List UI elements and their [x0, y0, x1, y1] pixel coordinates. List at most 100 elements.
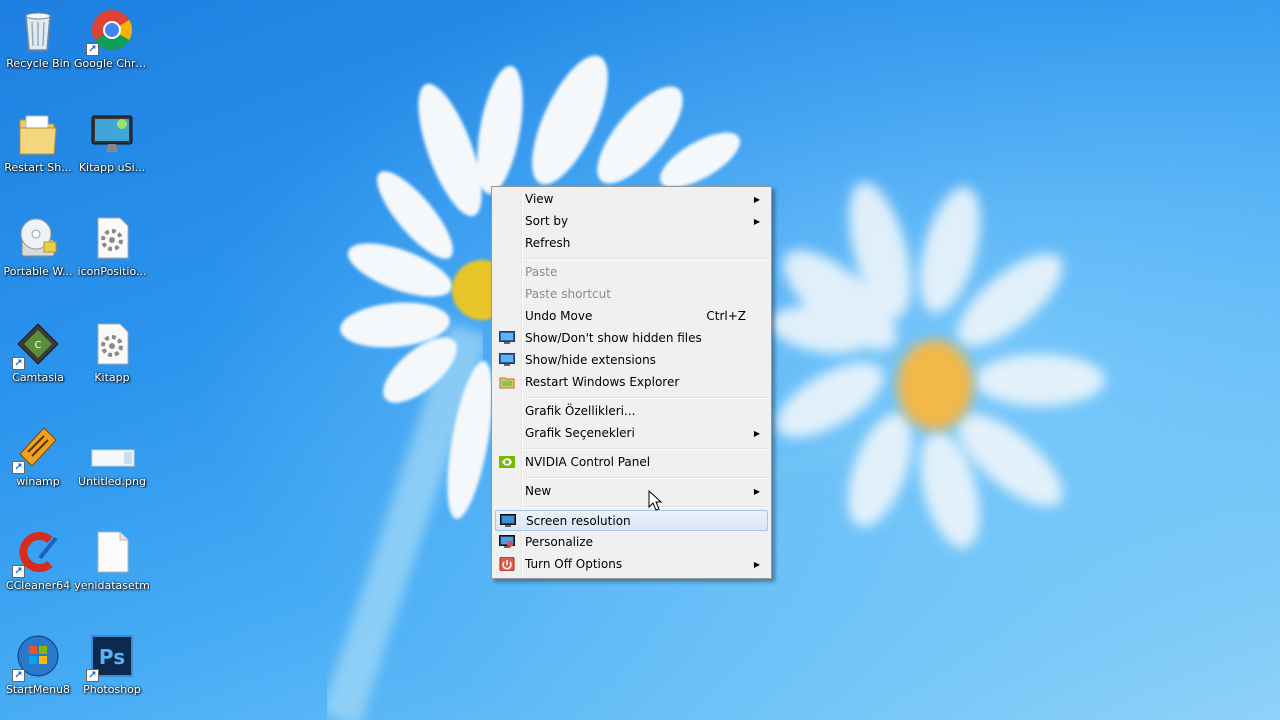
ccleaner-icon: ↗	[12, 528, 62, 578]
menu-item-label: Paste	[525, 265, 558, 279]
desktop-icon-label: Restart Sh...	[4, 161, 72, 174]
desktop-icon-label: Camtasia	[12, 371, 64, 384]
desktop-icon-recycle-bin[interactable]: Recycle Bin	[0, 6, 76, 70]
desktop-icon-portable[interactable]: Portable W...	[0, 214, 76, 278]
monitor-icon	[499, 331, 515, 345]
menu-separator	[525, 258, 768, 259]
menu-item-show-hidden-files[interactable]: Show/Don't show hidden files	[495, 328, 768, 349]
winamp-icon: ↗	[12, 424, 62, 474]
chrome-icon: ↗	[86, 6, 136, 56]
photoshop-icon: Ps ↗	[86, 632, 136, 682]
desktop-icon-label: Recycle Bin	[6, 57, 70, 70]
menu-item-paste[interactable]: Paste	[495, 262, 768, 283]
submenu-arrow-icon: ▶	[753, 429, 760, 438]
settings-file-icon	[88, 214, 136, 262]
camtasia-icon: C ↗	[12, 320, 62, 370]
desktop[interactable]: Recycle Bin Restart Sh... Portable W...	[0, 0, 1280, 720]
desktop-icon-folder[interactable]: Restart Sh...	[0, 110, 76, 174]
shortcut-arrow-icon: ↗	[86, 43, 99, 56]
blank-file-icon	[88, 528, 136, 576]
menu-item-label: Personalize	[525, 535, 594, 549]
desktop-icon-ccleaner[interactable]: ↗ CCleaner64	[0, 528, 76, 592]
shortcut-arrow-icon: ↗	[12, 461, 25, 474]
desktop-icon-winamp[interactable]: ↗ winamp	[0, 424, 76, 488]
menu-item-label: Screen resolution	[526, 514, 631, 528]
menu-item-label: Grafik Özellikleri...	[525, 404, 636, 418]
menu-item-shortcut: Ctrl+Z	[706, 309, 746, 323]
menu-item-nvidia-control-panel[interactable]: NVIDIA Control Panel	[495, 452, 768, 473]
desktop-icon-label: Untitled.png	[78, 475, 146, 488]
menu-item-grafik-secenekleri[interactable]: Grafik Seçenekleri ▶	[495, 423, 768, 444]
menu-item-show-hide-extensions[interactable]: Show/hide extensions	[495, 350, 768, 371]
menu-item-restart-explorer[interactable]: Restart Windows Explorer	[495, 372, 768, 393]
desktop-icon-label: iconPositio...	[77, 265, 147, 278]
mouse-cursor-icon	[648, 490, 663, 511]
submenu-arrow-icon: ▶	[753, 487, 760, 496]
menu-item-screen-resolution[interactable]: Screen resolution	[495, 510, 768, 531]
shortcut-arrow-icon: ↗	[12, 357, 25, 370]
svg-text:Ps: Ps	[99, 645, 125, 669]
cd-installer-icon	[14, 214, 62, 262]
desktop-icon-label: yenidatasetm	[74, 579, 150, 592]
menu-item-label: Sort by	[525, 214, 569, 228]
desktop-icon-untitled-png[interactable]: Untitled.png	[74, 424, 150, 488]
power-icon	[499, 556, 515, 572]
menu-item-turn-off-options[interactable]: Turn Off Options ▶	[495, 554, 768, 575]
desktop-icon-camtasia[interactable]: C ↗ Camtasia	[0, 320, 76, 384]
desktop-icon-label: Kitapp	[94, 371, 130, 384]
menu-item-label: Show/Don't show hidden files	[525, 331, 702, 345]
desktop-icon-chrome[interactable]: ↗ Google Chrome	[74, 6, 150, 70]
menu-item-new[interactable]: New ▶	[495, 481, 768, 502]
desktop-icon-kitapp[interactable]: Kitapp	[74, 320, 150, 384]
monitor-icon	[499, 353, 515, 367]
desktop-icon-label: winamp	[16, 475, 60, 488]
desktop-icon-label: CCleaner64	[5, 579, 71, 592]
submenu-arrow-icon: ▶	[753, 195, 760, 204]
menu-separator	[525, 448, 768, 449]
windows-start-icon: ↗	[12, 632, 62, 682]
personalize-icon	[499, 535, 515, 549]
explorer-icon	[499, 375, 515, 389]
folder-icon	[14, 110, 62, 158]
screen-resolution-icon	[500, 514, 516, 528]
submenu-arrow-icon: ▶	[753, 217, 760, 226]
menu-item-refresh[interactable]: Refresh	[495, 233, 768, 254]
menu-item-label: Show/hide extensions	[525, 353, 656, 367]
desktop-icon-label: Kitapp uSi...	[78, 161, 146, 174]
menu-item-undo-move[interactable]: Undo Move Ctrl+Z	[495, 306, 768, 327]
menu-item-label: View	[525, 192, 554, 206]
menu-item-grafik-ozellikleri[interactable]: Grafik Özellikleri...	[495, 401, 768, 422]
menu-item-view[interactable]: View ▶	[495, 189, 768, 210]
menu-item-label: Restart Windows Explorer	[525, 375, 680, 389]
desktop-icon-photoshop[interactable]: Ps ↗ Photoshop	[74, 632, 150, 696]
menu-item-label: Undo Move	[525, 309, 593, 323]
desktop-context-menu: View ▶ Sort by ▶ Refresh Paste Paste sho…	[491, 186, 772, 579]
settings-file-icon	[88, 320, 136, 368]
menu-item-label: New	[525, 484, 552, 498]
monitor-icon	[88, 110, 136, 158]
desktop-icon-label: Portable W...	[3, 265, 73, 278]
menu-item-label: Refresh	[525, 236, 571, 250]
image-file-icon	[88, 424, 136, 472]
menu-separator	[525, 477, 768, 478]
shortcut-arrow-icon: ↗	[12, 565, 25, 578]
menu-separator	[525, 397, 768, 398]
desktop-icon-startmenu8[interactable]: ↗ StartMenu8	[0, 632, 76, 696]
shortcut-arrow-icon: ↗	[86, 669, 99, 682]
shortcut-arrow-icon: ↗	[12, 669, 25, 682]
desktop-icon-iconposition[interactable]: iconPositio...	[74, 214, 150, 278]
desktop-icon-label: StartMenu8	[5, 683, 71, 696]
menu-item-paste-shortcut[interactable]: Paste shortcut	[495, 284, 768, 305]
recycle-bin-icon	[14, 6, 62, 54]
desktop-icon-text-file[interactable]: yenidatasetm	[74, 528, 150, 592]
desktop-icon-label: Google Chrome	[74, 57, 150, 70]
menu-item-label: NVIDIA Control Panel	[525, 455, 651, 469]
menu-item-label: Grafik Seçenekleri	[525, 426, 635, 440]
menu-item-personalize[interactable]: Personalize	[495, 532, 768, 553]
desktop-icon-kitapp-usb[interactable]: Kitapp uSi...	[74, 110, 150, 174]
submenu-arrow-icon: ▶	[753, 560, 760, 569]
menu-item-sort-by[interactable]: Sort by ▶	[495, 211, 768, 232]
nvidia-icon	[499, 455, 515, 469]
menu-separator	[525, 506, 768, 507]
menu-item-label: Paste shortcut	[525, 287, 611, 301]
